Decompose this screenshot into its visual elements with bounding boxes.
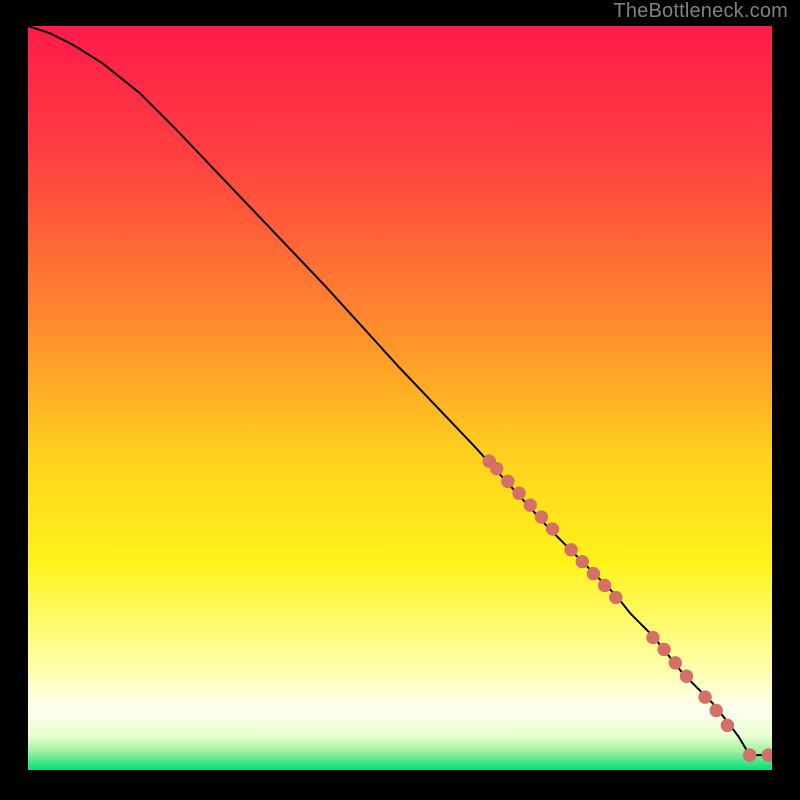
data-marker: [698, 690, 711, 703]
data-marker: [587, 567, 600, 580]
data-marker: [680, 670, 693, 683]
chart-svg: [28, 26, 772, 770]
data-marker: [721, 719, 734, 732]
data-marker: [546, 522, 559, 535]
data-marker: [646, 631, 659, 644]
gradient-background: [28, 26, 772, 770]
data-marker: [490, 462, 503, 475]
data-marker: [564, 543, 577, 556]
data-marker: [501, 475, 514, 488]
data-marker: [609, 591, 622, 604]
data-marker: [512, 487, 525, 500]
attribution-text: TheBottleneck.com: [613, 0, 788, 23]
data-marker: [710, 704, 723, 717]
data-marker: [524, 498, 537, 511]
chart-frame: TheBottleneck.com: [0, 0, 800, 800]
data-marker: [535, 510, 548, 523]
data-marker: [598, 579, 611, 592]
data-marker: [576, 555, 589, 568]
data-marker: [743, 748, 756, 761]
data-marker: [669, 656, 682, 669]
data-marker: [657, 643, 670, 656]
plot-area: [28, 26, 772, 770]
